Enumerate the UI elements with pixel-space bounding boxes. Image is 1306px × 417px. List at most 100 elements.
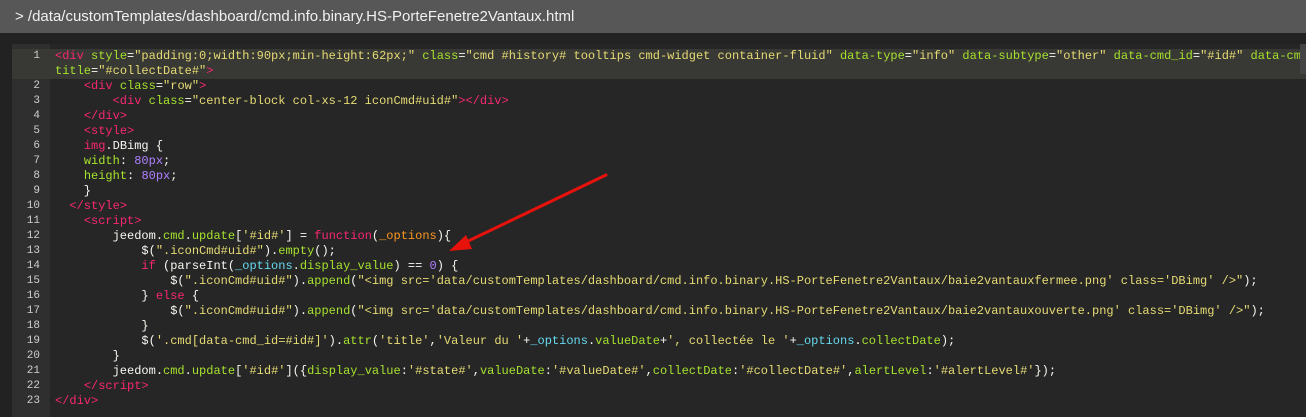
code-token: > [206, 64, 214, 78]
code-row: } else { [12, 289, 1306, 304]
code-line[interactable]: 8 height: 80px; [12, 169, 1306, 184]
line-number: 21 [26, 365, 40, 377]
code-token: jeedom. [55, 229, 164, 243]
code-token: <div [55, 49, 84, 63]
code-line[interactable]: 9 } [12, 184, 1306, 199]
code-line[interactable]: 23 </div> [12, 394, 1306, 409]
code-token: update [191, 229, 236, 243]
code-line[interactable]: 19 $('.cmd[data-cmd_id=#id#]').attr('tit… [12, 334, 1306, 349]
code-token: else [155, 289, 185, 303]
code-row: <script> [12, 214, 1306, 229]
code-line[interactable]: 2 <div class="row"> [12, 79, 1306, 94]
code-token: "<img src='data/customTemplates/dashboar… [357, 274, 1244, 288]
code-line[interactable]: 5 <style> [12, 124, 1306, 139]
code-line[interactable]: 20 } [12, 349, 1306, 364]
code-token: : [544, 364, 552, 378]
line-number: 23 [26, 395, 40, 407]
code-token: , [472, 364, 480, 378]
code-token: (parseInt( [155, 259, 236, 273]
code-token: = [1192, 49, 1201, 63]
code-token: display_value [307, 364, 401, 378]
code-line[interactable]: 1 <div style = "padding:0;width:90px;min-he… [12, 49, 1306, 79]
code-line[interactable]: 16 } else { [12, 289, 1306, 304]
code-token: '.cmd[data-cmd_id=#id#]' [155, 334, 329, 348]
code-token: 'title' [379, 334, 430, 348]
code-line[interactable]: 11 <script> [12, 214, 1306, 229]
code-line[interactable]: 3 <div class="center-block col-xs-12 ico… [12, 94, 1306, 109]
line-number: 13 [26, 245, 40, 257]
code-token: height [83, 169, 128, 183]
code-token: . [184, 229, 192, 243]
line-number: 3 [33, 95, 40, 107]
code-line[interactable]: 18 } [12, 319, 1306, 334]
code-row: <style> [12, 124, 1306, 139]
code-line[interactable]: 4 </div> [12, 109, 1306, 124]
code-token: cmd [163, 364, 185, 378]
code-token: . [184, 364, 192, 378]
code-token: ); [1243, 274, 1258, 288]
code-token: data-cmd [1250, 49, 1306, 63]
code-token: '#alertLevel#' [933, 364, 1035, 378]
code-token: "info" [912, 49, 956, 63]
line-number: 18 [26, 320, 40, 332]
code-line[interactable]: 17 $(".iconCmd#uid#").append("<img src='… [12, 304, 1306, 319]
code-token: ', collectée le ' [667, 334, 790, 348]
code-line[interactable]: 14 if (parseInt(_options.display_value) … [12, 259, 1306, 274]
code-editor[interactable]: 1 <div style = "padding:0;width:90px;min-he… [12, 44, 1306, 417]
code-line[interactable]: 6 img.DBimg { [12, 139, 1306, 154]
code-token: cmd [163, 229, 185, 243]
code-token: '#id#' [242, 364, 286, 378]
code-token: = [155, 79, 164, 93]
code-token: data-subtype [962, 49, 1049, 63]
code-token: .DBimg { [105, 139, 164, 153]
code-lines[interactable]: 1 <div style = "padding:0;width:90px;min-he… [12, 49, 1306, 409]
code-row: title="#collectDate#"> [12, 64, 1306, 79]
code-row: $(".iconCmd#uid#").append("<img src='dat… [12, 274, 1306, 289]
line-number: 9 [33, 185, 40, 197]
code-line[interactable]: 13 $(".iconCmd#uid#").empty(); [12, 244, 1306, 259]
code-token: ); [940, 334, 956, 348]
code-token: class [422, 49, 459, 63]
line-number: 15 [26, 275, 40, 287]
code-token: ]({ [285, 364, 308, 378]
code-token: , [429, 334, 437, 348]
file-path-header: > /data/customTemplates/dashboard/cmd.in… [0, 0, 1306, 33]
code-token: _options [796, 334, 855, 348]
code-token: "center-block col-xs-12 iconCmd#uid#" [191, 94, 459, 108]
line-number: 1 [33, 50, 40, 62]
code-line[interactable]: 22 </script> [12, 379, 1306, 394]
line-number: 6 [33, 140, 40, 152]
code-token: class [119, 79, 156, 93]
code-token: $( [55, 244, 156, 258]
code-token: "cmd #history# tooltips cmd-widget conta… [465, 49, 833, 63]
code-token: }); [1034, 364, 1057, 378]
code-token: ). [328, 334, 344, 348]
code-line[interactable]: 10 </style> [12, 199, 1306, 214]
horizontal-scrollbar[interactable] [1300, 44, 1306, 74]
code-line[interactable]: 12 jeedom.cmd.update['#id#'] = function(… [12, 229, 1306, 244]
code-row: } [12, 319, 1306, 334]
line-number: 14 [26, 260, 40, 272]
code-row: height: 80px; [12, 169, 1306, 184]
code-line[interactable]: 15 $(".iconCmd#uid#").append("<img src='… [12, 274, 1306, 289]
code-row: <div style = "padding:0;width:90px;min-hei… [12, 49, 1306, 64]
code-token: : [127, 169, 142, 183]
line-number: 8 [33, 170, 40, 182]
code-token: <div [112, 94, 142, 108]
code-line[interactable]: 21 jeedom.cmd.update['#id#']({display_va… [12, 364, 1306, 379]
code-token: = [184, 94, 192, 108]
code-row: $(".iconCmd#uid#").append("<img src='dat… [12, 304, 1306, 319]
code-token: function [314, 229, 372, 243]
code-token: ). [263, 244, 279, 258]
line-number: 11 [26, 215, 40, 227]
code-line[interactable]: 7 width: 80px; [12, 154, 1306, 169]
